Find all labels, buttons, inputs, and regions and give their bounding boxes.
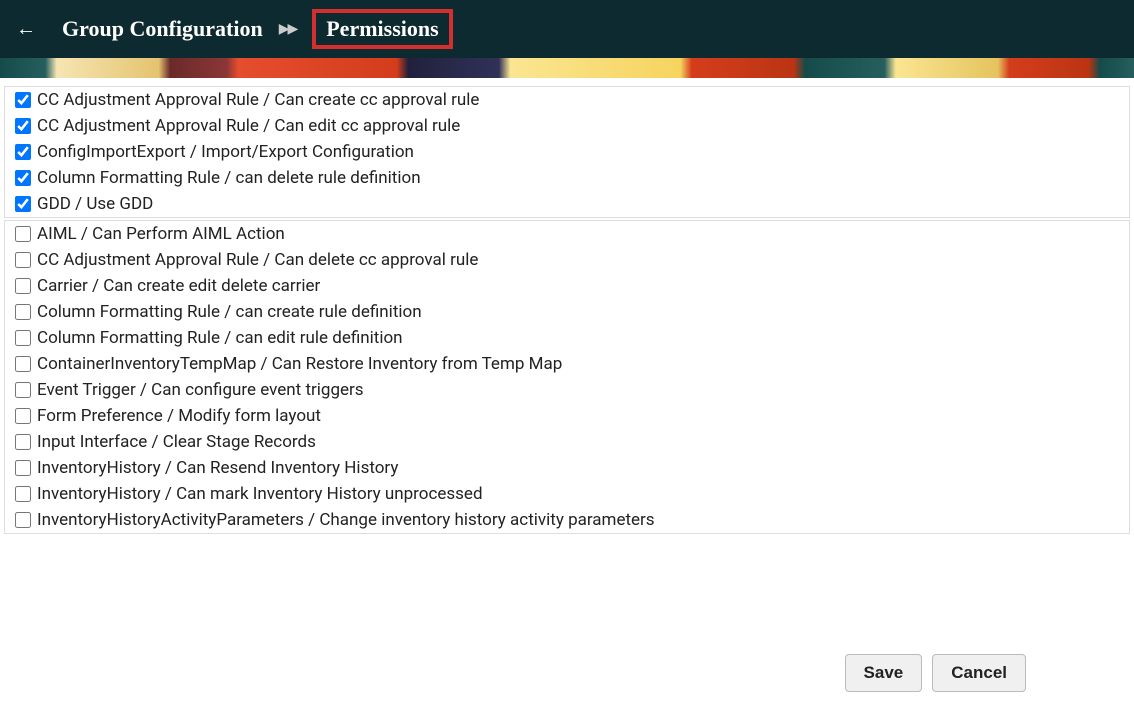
permission-checkbox[interactable] [15, 434, 31, 450]
back-arrow-icon[interactable]: ← [16, 18, 36, 41]
permission-checkbox[interactable] [15, 170, 31, 186]
permission-row: ConfigImportExport / Import/Export Confi… [5, 139, 1129, 165]
permission-row: AIML / Can Perform AIML Action [5, 221, 1129, 247]
permission-label: Form Preference / Modify form layout [37, 406, 321, 426]
permission-label: Column Formatting Rule / can create rule… [37, 302, 422, 322]
permission-checkbox[interactable] [15, 382, 31, 398]
permission-label: ConfigImportExport / Import/Export Confi… [37, 142, 414, 162]
permission-label: CC Adjustment Approval Rule / Can edit c… [37, 116, 460, 136]
permission-row: ContainerInventoryTempMap / Can Restore … [5, 351, 1129, 377]
breadcrumb-current-highlight: Permissions [312, 9, 452, 49]
permission-label: ContainerInventoryTempMap / Can Restore … [37, 354, 562, 374]
permission-checkbox[interactable] [15, 486, 31, 502]
permission-row: Column Formatting Rule / can create rule… [5, 299, 1129, 325]
permission-label: AIML / Can Perform AIML Action [37, 224, 285, 244]
permission-row: CC Adjustment Approval Rule / Can edit c… [5, 113, 1129, 139]
footer-actions: Save Cancel [845, 654, 1026, 692]
page-header: ← Group Configuration ▶▶ Permissions [0, 0, 1134, 58]
permission-row: CC Adjustment Approval Rule / Can create… [5, 87, 1129, 113]
permission-checkbox[interactable] [15, 92, 31, 108]
permission-row: Column Formatting Rule / can edit rule d… [5, 325, 1129, 351]
permissions-checked-section: CC Adjustment Approval Rule / Can create… [4, 86, 1130, 218]
permission-row: Column Formatting Rule / can delete rule… [5, 165, 1129, 191]
permission-row: Event Trigger / Can configure event trig… [5, 377, 1129, 403]
permission-row: CC Adjustment Approval Rule / Can delete… [5, 247, 1129, 273]
permission-label: InventoryHistory / Can mark Inventory Hi… [37, 484, 483, 504]
permission-checkbox[interactable] [15, 460, 31, 476]
permission-label: InventoryHistoryActivityParameters / Cha… [37, 510, 655, 530]
permission-row: Carrier / Can create edit delete carrier [5, 273, 1129, 299]
decorative-banner [0, 58, 1134, 78]
permission-label: Event Trigger / Can configure event trig… [37, 380, 364, 400]
permission-label: Input Interface / Clear Stage Records [37, 432, 316, 452]
permission-label: CC Adjustment Approval Rule / Can create… [37, 90, 479, 110]
permission-row: Form Preference / Modify form layout [5, 403, 1129, 429]
cancel-button[interactable]: Cancel [932, 654, 1026, 692]
breadcrumb-parent[interactable]: Group Configuration [62, 16, 263, 42]
permission-checkbox[interactable] [15, 196, 31, 212]
permission-label: Carrier / Can create edit delete carrier [37, 276, 320, 296]
permission-label: InventoryHistory / Can Resend Inventory … [37, 458, 398, 478]
permission-checkbox[interactable] [15, 252, 31, 268]
permission-label: GDD / Use GDD [37, 194, 153, 214]
permission-row: InventoryHistory / Can Resend Inventory … [5, 455, 1129, 481]
permission-label: Column Formatting Rule / can delete rule… [37, 168, 421, 188]
permission-row: GDD / Use GDD [5, 191, 1129, 217]
permission-row: InventoryHistory / Can mark Inventory Hi… [5, 481, 1129, 507]
permission-checkbox[interactable] [15, 118, 31, 134]
permission-checkbox[interactable] [15, 512, 31, 528]
permission-checkbox[interactable] [15, 408, 31, 424]
permission-checkbox[interactable] [15, 144, 31, 160]
permission-label: CC Adjustment Approval Rule / Can delete… [37, 250, 478, 270]
permission-row: Input Interface / Clear Stage Records [5, 429, 1129, 455]
breadcrumb-separator-icon: ▶▶ [279, 21, 297, 38]
permission-checkbox[interactable] [15, 356, 31, 372]
permissions-content: CC Adjustment Approval Rule / Can create… [0, 78, 1134, 534]
permission-checkbox[interactable] [15, 226, 31, 242]
save-button[interactable]: Save [845, 654, 923, 692]
permission-checkbox[interactable] [15, 304, 31, 320]
permission-checkbox[interactable] [15, 330, 31, 346]
permissions-unchecked-section: AIML / Can Perform AIML Action CC Adjustm… [4, 220, 1130, 534]
permission-label: Column Formatting Rule / can edit rule d… [37, 328, 403, 348]
permission-checkbox[interactable] [15, 278, 31, 294]
permission-row: InventoryHistoryActivityParameters / Cha… [5, 507, 1129, 533]
breadcrumb-current: Permissions [326, 16, 438, 41]
